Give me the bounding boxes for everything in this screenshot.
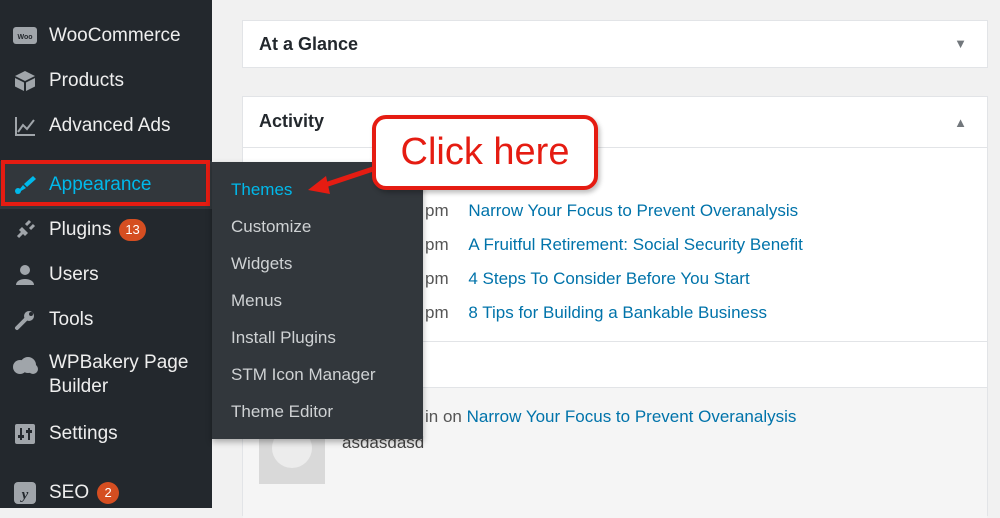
submenu-item-theme-editor[interactable]: Theme Editor <box>231 402 333 422</box>
post-time: pm <box>425 235 449 254</box>
submenu-item-stm-icon-manager[interactable]: STM Icon Manager <box>231 365 376 385</box>
post-time: pm <box>425 269 449 288</box>
paintbrush-icon <box>12 172 38 198</box>
cloud-icon <box>12 353 38 379</box>
sidebar-item-label-line2: Builder <box>49 376 109 397</box>
post-link[interactable]: Narrow Your Focus to Prevent Overanalysi… <box>468 201 798 220</box>
post-link[interactable]: A Fruitful Retirement: Social Security B… <box>468 235 802 254</box>
plugin-icon <box>12 217 38 243</box>
sidebar-item-woocommerce[interactable]: Woo WooCommerce <box>0 22 212 50</box>
sidebar-item-users[interactable]: Users <box>0 261 212 289</box>
post-link[interactable]: 4 Steps To Consider Before You Start <box>468 269 749 288</box>
chart-icon <box>12 113 38 139</box>
list-item: pm Narrow Your Focus to Prevent Overanal… <box>425 201 798 221</box>
sidebar-item-appearance[interactable]: Appearance <box>0 161 212 209</box>
appearance-submenu: Themes Customize Widgets Menus Install P… <box>212 162 423 439</box>
sidebar-item-products[interactable]: Products <box>0 67 212 95</box>
chevron-up-icon[interactable]: ▲ <box>954 115 967 130</box>
woocommerce-icon: Woo <box>12 23 38 49</box>
callout-text: Click here <box>400 131 570 173</box>
sidebar-item-label: Products <box>49 70 124 91</box>
sidebar-item-tools[interactable]: Tools <box>0 306 212 334</box>
sidebar-item-plugins[interactable]: Plugins 13 <box>0 216 212 244</box>
submenu-item-themes[interactable]: Themes <box>231 180 292 200</box>
post-time: pm <box>425 201 449 220</box>
sidebar-item-label: Plugins <box>49 219 112 240</box>
comment-meta: in on Narrow Your Focus to Prevent Overa… <box>425 407 796 427</box>
sidebar-item-settings[interactable]: Settings <box>0 420 212 448</box>
submenu-item-widgets[interactable]: Widgets <box>231 254 292 274</box>
comment-post-link[interactable]: Narrow Your Focus to Prevent Overanalysi… <box>467 407 797 426</box>
sidebar-item-seo[interactable]: y SEO 2 <box>0 479 212 507</box>
divider <box>243 147 987 148</box>
comment-on-text: on <box>442 407 462 426</box>
yoast-icon: y <box>12 480 38 506</box>
sidebar-item-label: Settings <box>49 423 118 444</box>
list-item: pm 8 Tips for Building a Bankable Busine… <box>425 303 767 323</box>
sidebar-item-label: Appearance <box>49 174 152 195</box>
products-icon <box>12 68 38 94</box>
sidebar-item-label: Tools <box>49 309 94 330</box>
plugins-update-badge: 13 <box>119 219 146 241</box>
seo-notification-badge: 2 <box>97 482 120 504</box>
list-item: pm 4 Steps To Consider Before You Start <box>425 269 750 289</box>
list-item: pm A Fruitful Retirement: Social Securit… <box>425 235 803 255</box>
settings-icon <box>12 421 38 447</box>
sidebar-item-label: Advanced Ads <box>49 115 171 136</box>
admin-sidebar: Woo WooCommerce Products Advanced Ads Ap… <box>0 0 212 508</box>
users-icon <box>12 262 38 288</box>
submenu-item-install-plugins[interactable]: Install Plugins <box>231 328 336 348</box>
sidebar-item-label: WPBakery Page <box>49 352 189 373</box>
sidebar-item-advanced-ads[interactable]: Advanced Ads <box>0 112 212 140</box>
panel-title: At a Glance <box>259 34 359 54</box>
sidebar-item-label: WooCommerce <box>49 25 181 46</box>
submenu-item-menus[interactable]: Menus <box>231 291 282 311</box>
submenu-item-customize[interactable]: Customize <box>231 217 311 237</box>
panel-title: Activity <box>259 111 325 131</box>
svg-text:y: y <box>20 487 29 503</box>
sidebar-item-wpbakery[interactable]: WPBakery Page Builder <box>0 351 212 403</box>
chevron-down-icon[interactable]: ▼ <box>954 36 967 51</box>
post-link[interactable]: 8 Tips for Building a Bankable Business <box>468 303 767 322</box>
click-here-callout: Click here <box>372 115 598 190</box>
comment-author: in <box>425 407 439 426</box>
at-a-glance-panel: At a Glance ▼ <box>242 20 988 68</box>
sidebar-item-label: Users <box>49 264 99 285</box>
svg-text:Woo: Woo <box>17 34 32 41</box>
post-time: pm <box>425 303 449 322</box>
sidebar-item-label: SEO <box>49 482 90 503</box>
wrench-icon <box>12 307 38 333</box>
annotation-arrow <box>308 165 379 194</box>
